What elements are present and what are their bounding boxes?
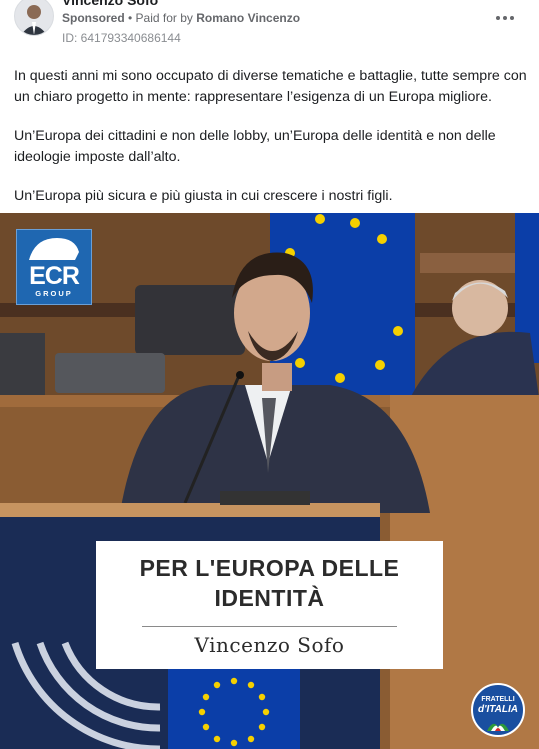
avatar-photo (15, 0, 53, 35)
fratelli-ditalia-logo: FRATELLI d'ITALIA (471, 683, 525, 737)
more-horizontal-icon (510, 16, 514, 20)
flame-icon (487, 723, 509, 731)
page-name-link[interactable]: Vincenzo Sofo (62, 0, 158, 8)
sponsored-label: Sponsored (62, 11, 125, 25)
caption-name: Vincenzo Sofo (194, 633, 345, 657)
payer-name[interactable]: Romano Vincenzo (196, 11, 300, 25)
caption-divider (142, 626, 397, 627)
party-logo-line2: d'ITALIA (478, 704, 518, 715)
post-paragraph: Un’Europa dei cittadini e non delle lobb… (14, 128, 496, 165)
caption-title: PER L'EUROPA DELLE IDENTITÀ (139, 555, 400, 611)
more-horizontal-icon (503, 16, 507, 20)
lion-icon (29, 238, 79, 260)
page-avatar[interactable] (14, 0, 54, 36)
sponsored-line: Sponsored • Paid for by Romano Vincenzo (62, 11, 300, 25)
ecr-logo-text: ECR (29, 262, 80, 290)
caption-box: PER L'EUROPA DELLE IDENTITÀ Vincenzo Sof… (96, 541, 443, 669)
post-text: In questi anni mi sono occupato di diver… (14, 66, 529, 225)
more-horizontal-icon (496, 16, 500, 20)
separator: • (124, 11, 136, 25)
ecr-group-logo: ECR GROUP (16, 229, 92, 305)
post-paragraph: In questi anni mi sono occupato di diver… (14, 68, 527, 105)
post-paragraph: Un’Europa più sicura e più giusta in cui… (14, 188, 393, 204)
party-logo-line1: FRATELLI (481, 696, 515, 703)
paid-for-prefix: Paid for by (135, 11, 197, 25)
ad-card: Vincenzo Sofo Sponsored • Paid for by Ro… (0, 0, 539, 749)
more-options-button[interactable] (493, 6, 517, 30)
ad-image[interactable]: ECR GROUP PER L'EUROPA DELLE IDENTITÀ Vi… (0, 213, 539, 749)
ad-id: ID: 641793340686144 (62, 31, 181, 45)
ecr-logo-subtext: GROUP (35, 289, 73, 298)
